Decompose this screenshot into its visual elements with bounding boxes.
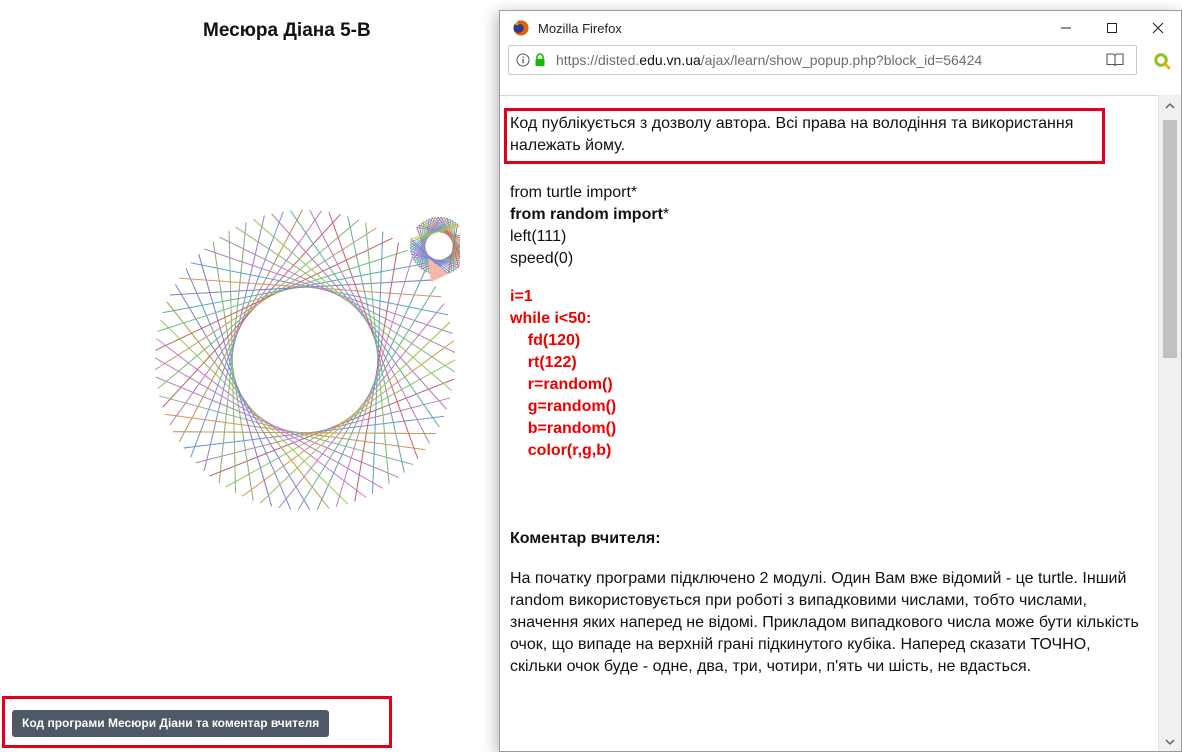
page-title: Месюра Діана 5-В bbox=[203, 20, 371, 41]
popup-content[interactable]: Код публікується з дозволу автора. Всі п… bbox=[500, 95, 1160, 751]
url-path: /ajax/learn/show_popup.php?block_id=5642… bbox=[700, 52, 983, 68]
code-bold-text: from random import bbox=[510, 206, 663, 223]
lock-icon bbox=[535, 53, 545, 66]
code-bold-suffix: * bbox=[662, 206, 670, 223]
close-button[interactable] bbox=[1135, 11, 1181, 45]
extension-icon[interactable] bbox=[1153, 52, 1171, 70]
comment-text: На початку програми підключено 2 модулі.… bbox=[510, 570, 1139, 675]
firefox-icon bbox=[513, 20, 529, 36]
url-text[interactable]: https://disted.edu.vn.ua/ajax/learn/show… bbox=[556, 52, 982, 68]
turtle-spiral-drawing bbox=[154, 209, 460, 511]
show-code-button[interactable]: Код програми Месюри Діани та коментар вч… bbox=[12, 710, 330, 737]
vertical-scrollbar[interactable] bbox=[1158, 95, 1181, 751]
copyright-notice: Код публікується з дозволу автора. Всі п… bbox=[504, 108, 1105, 164]
scrollbar-thumb[interactable] bbox=[1163, 120, 1177, 358]
code-line-g: g=random() bbox=[510, 398, 617, 415]
maximize-icon bbox=[1107, 23, 1117, 33]
firefox-popup-window[interactable]: Mozilla Firefox https://disted.edu.vn.ua… bbox=[499, 10, 1182, 752]
code-line-while: while i<50: bbox=[510, 310, 592, 327]
comment-heading: Коментар вчителя: bbox=[510, 530, 661, 547]
code-line-color: color(r,g,b) bbox=[510, 442, 612, 459]
code-line-import-random: from random import* bbox=[510, 204, 1150, 226]
url-domain: edu.vn.ua bbox=[639, 52, 701, 68]
code-line-left: left(111) bbox=[510, 228, 567, 245]
minimize-icon bbox=[1061, 27, 1071, 29]
code-line-b: b=random() bbox=[510, 420, 617, 437]
code-line-i-init: i=1 bbox=[510, 288, 533, 305]
maximize-button[interactable] bbox=[1089, 11, 1135, 45]
code-line-speed: speed(0) bbox=[510, 250, 574, 267]
code-line-r: r=random() bbox=[510, 376, 613, 393]
info-icon[interactable] bbox=[516, 53, 530, 67]
minimize-button[interactable] bbox=[1043, 11, 1089, 45]
code-line-import-turtle: from turtle import* bbox=[510, 184, 638, 201]
reader-view-icon[interactable] bbox=[1106, 52, 1124, 67]
window-titlebar[interactable]: Mozilla Firefox bbox=[500, 11, 1181, 45]
scroll-up-icon[interactable] bbox=[1164, 100, 1176, 112]
url-bar[interactable]: https://disted.edu.vn.ua/ajax/learn/show… bbox=[508, 45, 1137, 75]
code-line-fd: fd(120) bbox=[510, 332, 581, 349]
code-line-rt: rt(122) bbox=[510, 354, 577, 371]
window-title: Mozilla Firefox bbox=[538, 20, 622, 36]
close-icon bbox=[1152, 22, 1164, 34]
scroll-down-icon[interactable] bbox=[1164, 736, 1176, 748]
url-prefix: https://disted. bbox=[556, 52, 640, 68]
